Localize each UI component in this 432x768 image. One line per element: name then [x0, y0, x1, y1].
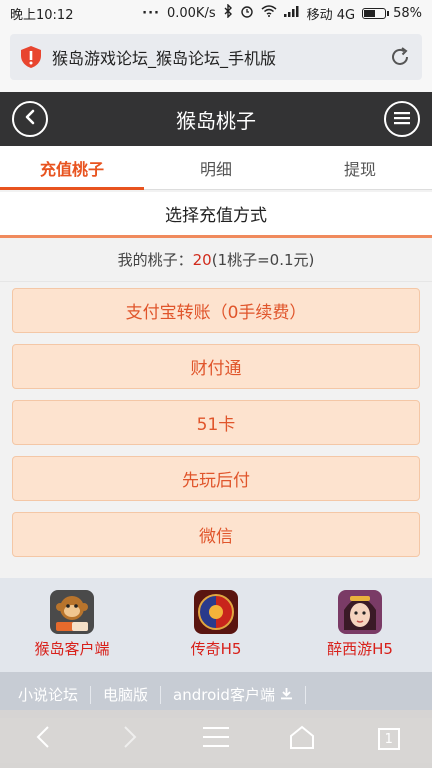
app-label: 传奇H5 — [190, 640, 242, 658]
tenpay-button[interactable]: 财付通 — [12, 344, 420, 389]
houdao-logo-icon — [50, 590, 94, 634]
payment-methods: 支付宝转账（0手续费） 财付通 51卡 先玩后付 微信 — [0, 282, 432, 557]
arrow-right-icon — [122, 725, 138, 753]
nav-back-button[interactable] — [23, 719, 63, 759]
bluetooth-icon — [223, 3, 233, 22]
balance-prefix: 我的桃子： — [117, 251, 193, 269]
battery-fill — [364, 9, 376, 17]
app-zuixiyou-h5[interactable]: 醉西游H5 — [295, 590, 425, 659]
pay-later-button[interactable]: 先玩后付 — [12, 456, 420, 501]
reload-icon[interactable] — [388, 45, 412, 69]
tab-recharge[interactable]: 充值桃子 — [0, 146, 144, 190]
page-title-url[interactable]: 猴岛游戏论坛_猴岛论坛_手机版 — [52, 45, 388, 69]
battery-percent: 58% — [393, 5, 422, 21]
app-houdao-client[interactable]: 猴岛客户端 — [7, 590, 137, 659]
balance-amount: 20 — [192, 250, 212, 269]
app-promo-row: 猴岛客户端 传奇H5 醉西游H5 — [0, 578, 432, 672]
more-dots-icon: ··· — [142, 5, 160, 21]
menu-button[interactable] — [384, 101, 420, 137]
app-header: 猴岛桃子 — [0, 92, 432, 146]
network-speed: 0.00K/s — [166, 5, 216, 21]
app-chuanqi-h5[interactable]: 传奇H5 — [151, 590, 281, 659]
battery-icon — [362, 7, 390, 19]
browser-toolbar: 猴岛游戏论坛_猴岛论坛_手机版 — [0, 26, 432, 92]
status-right: ··· 0.00K/s 移动 4G 58% — [142, 3, 422, 23]
balance-line: 我的桃子： 20 (1桃子=0.1元) — [0, 238, 432, 282]
chevron-left-icon — [23, 109, 37, 129]
browser-nav-bar: 1 — [0, 710, 432, 768]
download-icon — [280, 686, 293, 704]
alipay-button[interactable]: 支付宝转账（0手续费） — [12, 288, 420, 333]
carrier-label: 移动 4G — [306, 7, 356, 23]
wechat-button[interactable]: 微信 — [12, 512, 420, 557]
back-button[interactable] — [12, 101, 48, 137]
home-icon — [289, 725, 315, 753]
hamburger-icon — [394, 110, 410, 129]
link-novel-forum[interactable]: 小说论坛 — [6, 686, 92, 704]
arrow-left-icon — [35, 725, 51, 753]
tab-details[interactable]: 明细 — [144, 146, 288, 189]
security-warning-icon[interactable] — [20, 45, 42, 69]
address-bar[interactable]: 猴岛游戏论坛_猴岛论坛_手机版 — [10, 34, 422, 80]
wifi-icon — [261, 5, 277, 21]
nav-menu-button[interactable] — [196, 719, 236, 759]
section-title: 选择充值方式 — [0, 192, 432, 238]
zuixiyou-game-icon — [338, 590, 382, 634]
tab-withdraw[interactable]: 提现 — [288, 146, 432, 189]
app-label: 猴岛客户端 — [34, 640, 110, 658]
tab-bar: 充值桃子 明细 提现 — [0, 146, 432, 190]
link-desktop-version[interactable]: 电脑版 — [91, 686, 162, 704]
signal-icon — [283, 5, 300, 21]
chuanqi-game-icon — [194, 590, 238, 634]
tab-count: 1 — [384, 731, 393, 747]
card51-button[interactable]: 51卡 — [12, 400, 420, 445]
nav-home-button[interactable] — [282, 719, 322, 759]
link-android-client[interactable]: android客户端 — [161, 686, 306, 704]
alarm-icon — [240, 4, 254, 22]
page-title: 猴岛桃子 — [176, 108, 256, 133]
nav-forward-button[interactable] — [110, 719, 150, 759]
nav-tabs-button[interactable]: 1 — [369, 719, 409, 759]
menu-lines-icon — [202, 726, 229, 752]
app-label: 醉西游H5 — [327, 640, 393, 658]
android-client-label: android客户端 — [173, 686, 275, 704]
status-time: 晚上10:12 — [10, 7, 74, 23]
status-bar: 晚上10:12 ··· 0.00K/s 移动 4G 58% — [0, 0, 432, 26]
tabs-icon: 1 — [377, 728, 400, 750]
balance-rate: (1桃子=0.1元) — [211, 251, 315, 269]
